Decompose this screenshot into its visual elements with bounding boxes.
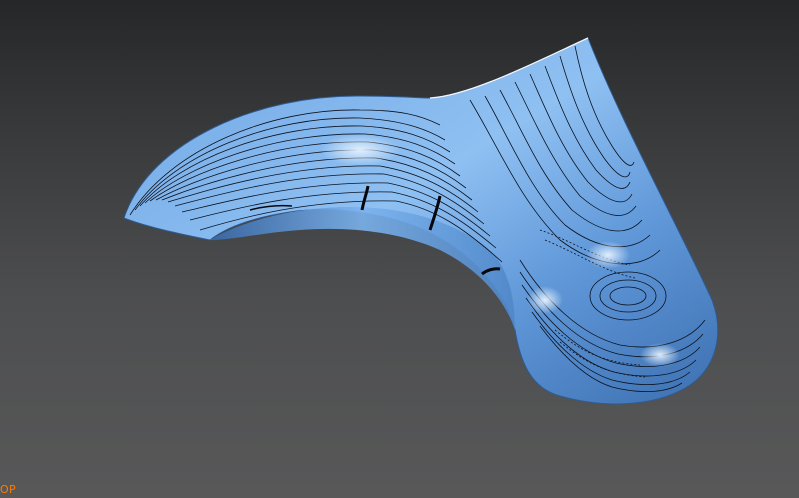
surface-model[interactable] — [123, 37, 719, 405]
view-label: OP — [0, 483, 16, 496]
specular-highlight — [586, 241, 630, 269]
3d-viewport[interactable]: OP — [0, 0, 799, 498]
specular-highlight — [320, 134, 400, 166]
specular-highlight — [640, 343, 680, 367]
specular-highlight — [527, 286, 563, 314]
3d-scene[interactable] — [0, 0, 799, 498]
